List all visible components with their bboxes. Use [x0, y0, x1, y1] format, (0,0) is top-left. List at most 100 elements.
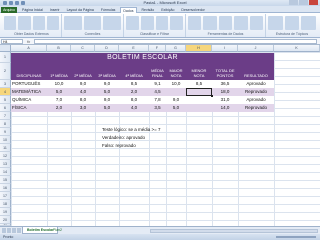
column-header-j[interactable]: J — [238, 45, 274, 52]
fill-handle[interactable] — [211, 95, 213, 97]
cell-total-pontos[interactable]: 31,0 — [212, 96, 238, 104]
maximize-icon[interactable] — [299, 0, 308, 5]
cell-disciplina[interactable]: FÍSICA — [12, 104, 47, 112]
row-header-7[interactable]: 7 — [0, 112, 11, 120]
header-media-3[interactable]: 3ª MÉDIA — [95, 63, 119, 80]
prev-sheet-icon[interactable] — [7, 228, 11, 233]
data-validation-icon[interactable] — [218, 16, 233, 30]
row-header-2[interactable]: 2 — [0, 63, 11, 80]
cell-media-2[interactable]: 8,0 — [71, 96, 95, 104]
formula-input[interactable] — [34, 39, 317, 44]
row-header-10[interactable]: 10 — [0, 136, 11, 144]
cell-menor-nota[interactable] — [186, 104, 212, 112]
cell-maior-nota[interactable] — [166, 88, 186, 96]
cell-media-3[interactable]: 9,0 — [95, 80, 119, 88]
advanced-filter-icon[interactable] — [170, 16, 183, 30]
cell-media-final[interactable]: 7,8 — [149, 96, 166, 104]
access-icon[interactable] — [4, 16, 17, 30]
cell-resultado[interactable]: Reprovado — [238, 104, 274, 112]
sort-icon[interactable] — [140, 16, 154, 30]
zoom-track[interactable] — [276, 236, 316, 238]
cell-disciplina[interactable]: PORTUGUÊS — [12, 80, 47, 88]
row-header-1[interactable]: 1 — [0, 52, 11, 63]
cell-media-3[interactable]: 5,0 — [95, 104, 119, 112]
cell-resultado[interactable]: Aprovado — [238, 96, 274, 104]
other-sources-icon[interactable] — [46, 16, 59, 30]
column-header-a[interactable]: A — [11, 45, 47, 52]
cell-media-1[interactable]: 2,0 — [47, 104, 71, 112]
column-header-b[interactable]: B — [47, 45, 71, 52]
column-header-f[interactable]: F — [149, 45, 166, 52]
horizontal-scrollbar[interactable] — [150, 229, 318, 233]
cell-menor-nota[interactable]: 8,5 — [186, 80, 212, 88]
row-header-12[interactable]: 12 — [0, 152, 11, 160]
text-to-columns-icon[interactable] — [188, 16, 202, 30]
text-icon[interactable] — [32, 16, 45, 30]
header-media-1[interactable]: 1ª MÉDIA — [47, 63, 71, 80]
cell-resultado[interactable]: Reprovado — [238, 88, 274, 96]
consolidate-icon[interactable] — [234, 16, 248, 30]
cell-media-1[interactable]: 5,0 — [47, 88, 71, 96]
first-sheet-icon[interactable] — [2, 228, 6, 233]
note-logical-test[interactable]: Teste lógico: se a média >= 7 — [102, 127, 161, 132]
row-header-5[interactable]: 5 — [0, 96, 11, 104]
row-header-9[interactable]: 9 — [0, 128, 11, 136]
header-total-pontos[interactable]: TOTAL DE PONTOS — [212, 63, 238, 80]
close-icon[interactable] — [309, 0, 318, 5]
filter-icon[interactable] — [155, 16, 169, 30]
cell-media-final[interactable]: 9,1 — [149, 80, 166, 88]
cell-disciplina[interactable]: QUÍMICA — [12, 96, 47, 104]
row-header-14[interactable]: 14 — [0, 168, 11, 176]
cell-menor-nota[interactable] — [186, 96, 212, 104]
cell-media-final[interactable]: 4,5 — [149, 88, 166, 96]
header-media-final[interactable]: MÉDIA FINAL — [149, 63, 166, 80]
cell-total-pontos[interactable]: 18,0 — [212, 88, 238, 96]
row-header-18[interactable]: 18 — [0, 200, 11, 208]
row-header-17[interactable]: 17 — [0, 192, 11, 200]
undo-icon[interactable] — [15, 1, 19, 5]
column-header-c[interactable]: C — [71, 45, 95, 52]
ungroup-icon[interactable] — [284, 16, 300, 30]
cell-media-2[interactable]: 3,0 — [71, 104, 95, 112]
cell-media-2[interactable]: 4,0 — [71, 88, 95, 96]
column-header-g[interactable]: G — [166, 45, 186, 52]
row-header-6[interactable]: 6 — [0, 104, 11, 112]
cell-total-pontos[interactable]: 36,5 — [212, 80, 238, 88]
cell-media-final[interactable]: 3,5 — [149, 104, 166, 112]
header-resultado[interactable]: RESULTADO — [238, 63, 274, 80]
header-maior-nota[interactable]: MAIOR NOTA — [166, 63, 186, 80]
row-header-20[interactable]: 20 — [0, 216, 11, 224]
save-icon[interactable] — [9, 1, 13, 5]
column-header-h[interactable]: H — [186, 45, 212, 52]
row-header-13[interactable]: 13 — [0, 160, 11, 168]
cell-media-4[interactable]: 4,0 — [119, 104, 149, 112]
note-true-value[interactable]: Verdadeiro: aprovado — [102, 135, 145, 140]
fx-icon[interactable]: fx — [27, 38, 30, 45]
cell-media-1[interactable]: 10,0 — [47, 80, 71, 88]
cell-maior-nota[interactable]: 10,0 — [166, 80, 186, 88]
redo-icon[interactable] — [21, 1, 25, 5]
cell-media-1[interactable]: 7,0 — [47, 96, 71, 104]
zoom-slider[interactable] — [276, 235, 316, 239]
sheet-tab-plan2[interactable]: Plan2 — [50, 227, 65, 234]
cell-disciplina[interactable]: MATEMÁTICA — [12, 88, 47, 96]
group-icon[interactable] — [268, 16, 283, 30]
note-false-value[interactable]: Falso: reprovado — [102, 143, 136, 148]
selected-cell[interactable] — [186, 88, 212, 96]
row-header-15[interactable]: 15 — [0, 176, 11, 184]
cell-media-3[interactable]: 5,0 — [95, 88, 119, 96]
row-header-3[interactable]: 3 — [0, 80, 11, 88]
existing-connections-icon[interactable] — [64, 16, 82, 30]
next-sheet-icon[interactable] — [12, 228, 16, 233]
cell-maior-nota[interactable]: 5,0 — [166, 104, 186, 112]
what-if-icon[interactable] — [249, 16, 264, 30]
name-box[interactable]: H4 — [1, 39, 23, 44]
column-header-d[interactable]: D — [95, 45, 119, 52]
row-header-19[interactable]: 19 — [0, 208, 11, 216]
column-header-i[interactable]: I — [212, 45, 238, 52]
column-header-k[interactable]: K — [274, 45, 320, 52]
header-media-2[interactable]: 2ª MÉDIA — [71, 63, 95, 80]
cell-total-pontos[interactable]: 14,0 — [212, 104, 238, 112]
minimize-icon[interactable] — [289, 0, 298, 5]
remove-duplicates-icon[interactable] — [203, 16, 217, 30]
